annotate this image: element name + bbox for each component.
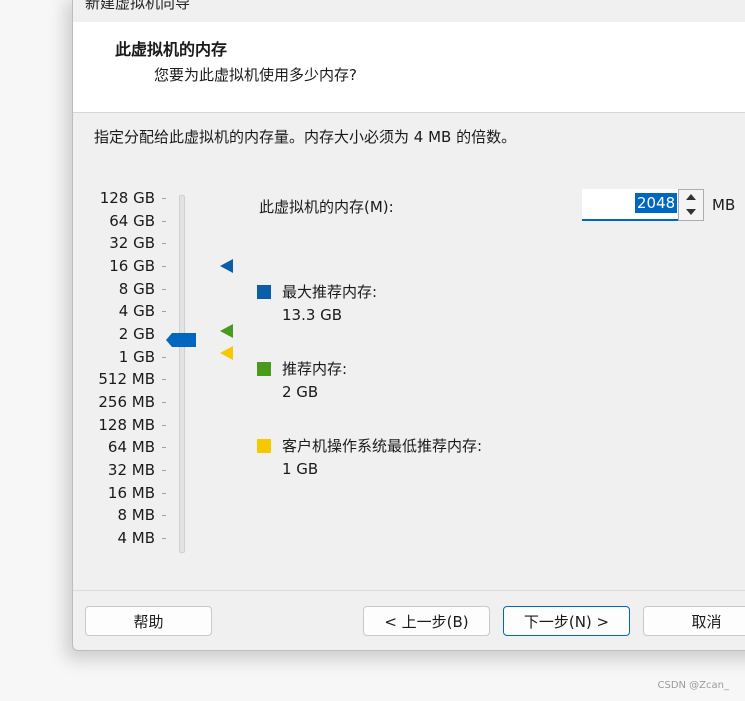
scale-label: 4 GB [118, 302, 155, 320]
scale-label: 16 GB [109, 257, 155, 275]
scale-tick [162, 425, 166, 426]
scale-label: 256 MB [98, 393, 155, 411]
memory-value[interactable]: 2048 [635, 193, 678, 213]
scale-label: 64 MB [107, 438, 155, 456]
scale-tick [162, 266, 166, 267]
next-button[interactable]: 下一步(N) > [503, 606, 630, 636]
scale-label: 32 MB [107, 461, 155, 479]
help-button[interactable]: 帮助 [85, 606, 212, 636]
scale-label: 512 MB [98, 370, 155, 388]
memory-label: 此虚拟机的内存(M): [259, 198, 394, 216]
scale-tick [162, 289, 166, 290]
scale-tick [162, 311, 166, 312]
scale-tick [162, 447, 166, 448]
scale-label: 8 MB [117, 506, 155, 524]
scale-label: 8 GB [118, 280, 155, 298]
scale-tick [162, 515, 166, 516]
wizard-window: 新建虚拟机向导 此虚拟机的内存 您要为此虚拟机使用多少内存? 指定分配给此虚拟机… [72, 0, 745, 651]
scale-label: 64 GB [109, 212, 155, 230]
scale-tick [162, 243, 166, 244]
scale-label: 2 GB [118, 325, 155, 343]
scale-label: 128 MB [98, 416, 155, 434]
memory-slider-track[interactable] [179, 195, 185, 553]
memory-slider-thumb[interactable] [166, 333, 196, 347]
scale-tick [162, 493, 166, 494]
minimum-recommended-marker-icon [220, 346, 233, 360]
recommended-value: 2 GB [282, 383, 319, 401]
max-recommended-marker-icon [220, 259, 233, 273]
max-recommended-value: 13.3 GB [282, 306, 343, 324]
window-title: 新建虚拟机向导 [85, 0, 191, 12]
scale-tick [162, 402, 166, 403]
scale-tick [162, 221, 166, 222]
page-subtitle: 您要为此虚拟机使用多少内存? [154, 66, 357, 84]
scale-label: 1 GB [118, 348, 155, 366]
memory-spinner [678, 189, 704, 221]
scale-label: 4 MB [117, 529, 155, 547]
scale-tick [162, 198, 166, 199]
chevron-down-icon [686, 209, 696, 215]
minimum-recommended-value: 1 GB [282, 460, 319, 478]
minimum-recommended-label: 客户机操作系统最低推荐内存: [282, 437, 483, 455]
back-button[interactable]: < 上一步(B) [363, 606, 490, 636]
page-title: 此虚拟机的内存 [115, 40, 228, 59]
watermark: CSDN @Zcan_ [657, 680, 729, 691]
scale-label: 16 MB [107, 484, 155, 502]
minimum-recommended-swatch [257, 439, 271, 453]
title-bar: 新建虚拟机向导 [73, 0, 745, 22]
max-recommended-swatch [257, 285, 271, 299]
memory-input[interactable]: 2048 [582, 189, 678, 221]
scale-tick [162, 357, 166, 358]
recommended-marker-icon [220, 324, 233, 338]
max-recommended-label: 最大推荐内存: [282, 283, 378, 301]
footer-divider [73, 590, 745, 591]
spin-down-button[interactable] [679, 205, 703, 219]
chevron-up-icon [686, 194, 696, 200]
wizard-header: 此虚拟机的内存 您要为此虚拟机使用多少内存? [73, 22, 745, 113]
scale-label: 128 GB [99, 189, 155, 207]
instruction-text: 指定分配给此虚拟机的内存量。内存大小必须为 4 MB 的倍数。 [94, 128, 517, 146]
recommended-label: 推荐内存: [282, 360, 348, 378]
scale-tick [162, 470, 166, 471]
cancel-button[interactable]: 取消 [643, 606, 745, 636]
scale-tick [162, 538, 166, 539]
memory-unit: MB [712, 196, 736, 214]
scale-tick [162, 379, 166, 380]
spin-up-button[interactable] [679, 190, 703, 204]
scale-label: 32 GB [109, 234, 155, 252]
recommended-swatch [257, 362, 271, 376]
